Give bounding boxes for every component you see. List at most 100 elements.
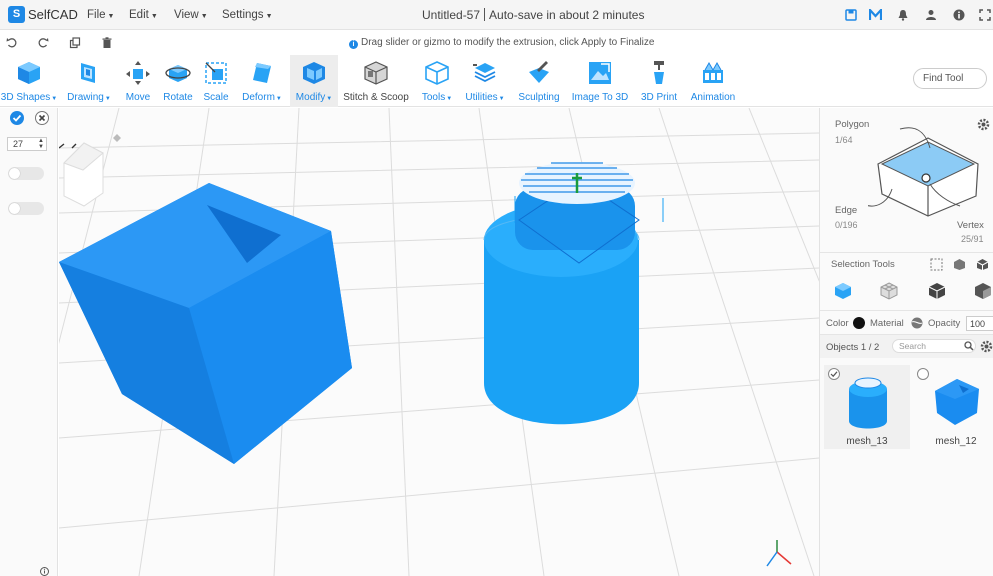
menu-edit[interactable]: Edit ▼ [129,9,158,21]
object-select-radio[interactable] [917,368,929,380]
tool-tools-label: Tools [421,92,446,103]
material-label: Material [870,318,904,329]
tool-drawing-label: Drawing [67,92,104,103]
tool-utilities[interactable]: Utilities▼ [462,55,508,107]
save-icon[interactable] [845,9,857,21]
tool-modify[interactable]: Modify▼ [290,55,338,107]
object-name: mesh_12 [935,436,977,447]
axis-gizmo-icon [113,134,121,142]
color-label: Color [826,318,849,329]
volume-select-icon[interactable] [976,258,989,271]
menu-settings[interactable]: Settings ▼ [222,9,273,21]
user-icon[interactable] [925,9,937,21]
selection-mode-tabs [820,280,993,306]
chevron-down-icon: ▼ [107,13,115,20]
main-toolbar: 3D Shapes▼ Drawing▼ Move Rotate Scale De… [0,55,993,107]
app-logo[interactable]: S SelfCAD [8,6,78,23]
color-swatch[interactable] [853,317,865,329]
extrusion-value: 27 [13,139,24,149]
myminifactory-icon[interactable] [869,9,882,21]
opacity-input[interactable]: 100 [966,316,993,331]
toggle-switch-2[interactable] [8,202,44,215]
drawing-icon [81,63,95,83]
search-icon[interactable] [964,341,974,351]
object-card-mesh-12[interactable]: mesh_12 [913,365,993,449]
check-icon [12,114,22,122]
redo-icon[interactable] [37,37,49,49]
move-icon [126,61,150,85]
tool-3d-print[interactable]: 3D Print [636,55,682,107]
find-tool-input[interactable]: Find Tool [913,68,987,89]
extrusion-value-input[interactable]: 27 ▲ ▼ [7,137,47,151]
tool-scale[interactable]: Scale [198,55,234,107]
mesh-12-object[interactable] [59,183,352,464]
chevron-down-icon: ▼ [275,96,282,102]
tool-image-to-3d[interactable]: Image To 3D [568,55,632,107]
menu-view[interactable]: View ▼ [174,9,208,21]
tool-sculpting[interactable]: Sculpting [514,55,564,107]
mesh-13-object[interactable] [483,162,664,425]
trash-icon[interactable] [101,37,113,49]
chevron-down-icon: ▼ [498,96,505,102]
check-icon [830,371,838,378]
3d-viewport[interactable] [59,108,819,576]
paint-select-icon[interactable] [953,258,966,271]
vertex-label[interactable]: Vertex [957,220,984,231]
view-cube[interactable] [59,142,104,207]
chevron-down-icon: ▼ [150,13,158,20]
object-select-radio[interactable] [828,368,840,380]
stepper-arrows-icon[interactable]: ▲ ▼ [38,138,44,150]
box-select-icon[interactable] [930,258,943,271]
instruction-hint: i Drag slider or gizmo to modify the extr… [349,37,654,49]
tool-stitch-scoop[interactable]: Stitch & Scoop [340,55,412,107]
top-menu-bar: S SelfCAD File ▼ Edit ▼ View ▼ Settings ▼ Un… [0,0,993,30]
viewport-scene[interactable] [59,108,819,576]
cancel-button[interactable] [35,111,49,125]
copy-icon[interactable] [69,37,81,49]
menu-file[interactable]: File ▼ [87,9,114,21]
material-icon[interactable] [911,317,923,329]
selfcad-logo-icon: S [8,6,25,23]
bell-icon[interactable] [897,9,909,21]
tool-rotate[interactable]: Rotate [158,55,198,107]
sculpting-icon [529,61,549,83]
object-card-mesh-13[interactable]: mesh_13 [824,365,910,449]
info-icon[interactable] [40,567,49,576]
tool-tools[interactable]: Tools▼ [418,55,456,107]
edge-label[interactable]: Edge [835,205,857,216]
hint-text: Drag slider or gizmo to modify the extru… [361,37,655,48]
fullscreen-icon[interactable] [979,9,991,21]
toggle-switch-1[interactable] [8,167,44,180]
tool-3d-shapes[interactable]: 3D Shapes▼ [0,55,58,107]
deform-icon [253,63,271,83]
apply-button[interactable] [10,111,24,125]
tool-stitch-scoop-label: Stitch & Scoop [343,92,409,103]
tool-deform[interactable]: Deform▼ [236,55,288,107]
document-title[interactable]: Untitled-57 [422,8,480,22]
gear-icon[interactable] [980,340,993,353]
animation-icon [703,61,723,83]
object-mode-icon[interactable] [834,282,852,300]
scale-icon [205,62,227,84]
menu-settings-label: Settings [222,9,264,21]
chevron-down-icon: ▼ [446,96,453,102]
chevron-down-icon: ▼ [265,13,273,20]
tool-modify-label: Modify [295,92,326,103]
face-mode-icon[interactable] [880,282,898,300]
tool-move[interactable]: Move [118,55,158,107]
edge-mode-icon[interactable] [928,282,946,300]
opacity-label: Opacity [928,318,961,329]
tool-animation[interactable]: Animation [686,55,740,107]
tools-icon [425,61,449,85]
app-name: SelfCAD [28,7,78,22]
info-icon[interactable] [953,9,965,21]
polygon-label[interactable]: Polygon [835,119,869,130]
undo-icon[interactable] [6,37,18,49]
tool-move-label: Move [125,92,151,103]
tool-image-to-3d-label: Image To 3D [571,92,629,103]
vertex-mode-icon[interactable] [974,282,992,300]
properties-panel: Polygon 1/64 Edge 0/196 Vertex 25/91 Sel… [819,108,993,576]
action-bar: i Drag slider or gizmo to modify the extr… [0,31,993,55]
tool-drawing[interactable]: Drawing▼ [62,55,116,107]
objects-header: Objects 1 / 2 Search [820,334,993,358]
